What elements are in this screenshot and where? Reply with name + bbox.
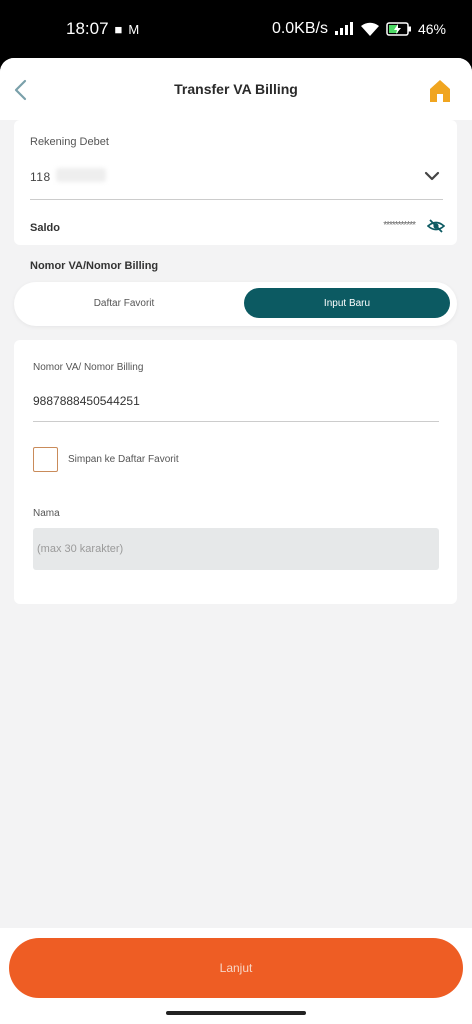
debit-account-label: Rekening Debet [30, 136, 109, 148]
balance-value: *********** [383, 220, 416, 231]
status-bar: 18:07 ■ M 0.0KB/s 46% [0, 0, 472, 58]
va-number-field [33, 384, 439, 422]
chevron-down-icon [424, 171, 440, 181]
continue-button[interactable]: Lanjut [9, 938, 463, 998]
tab-favorite-list[interactable]: Daftar Favorit [24, 288, 224, 318]
va-number-input[interactable] [33, 394, 413, 408]
account-card: Rekening Debet 118 Saldo *********** [14, 120, 457, 245]
debit-account-value: 118 [30, 170, 51, 184]
bottom-bar: Lanjut [0, 928, 472, 1024]
mail-icon: M [128, 21, 140, 37]
status-left: 18:07 ■ M [66, 19, 139, 39]
app-screen: Transfer VA Billing Rekening Debet 118 S… [0, 58, 472, 1024]
eye-off-icon[interactable] [427, 218, 445, 234]
home-icon[interactable] [428, 78, 452, 104]
name-input[interactable] [33, 528, 439, 570]
save-favorite-row[interactable]: Simpan ke Daftar Favorit [33, 447, 179, 472]
va-number-label: Nomor VA/ Nomor Billing [33, 362, 144, 373]
battery-percent: 46% [417, 21, 446, 37]
chevron-left-icon[interactable] [8, 76, 34, 104]
net-speed: 0.0KB/s [271, 20, 328, 37]
name-label: Nama [33, 508, 60, 519]
account-number-mask [56, 168, 106, 182]
wifi-icon [360, 22, 379, 36]
battery-charging-icon [386, 22, 411, 36]
save-favorite-label: Simpan ke Daftar Favorit [68, 454, 179, 465]
video-icon: ■ [114, 21, 123, 37]
app-header: Transfer VA Billing [0, 58, 472, 120]
va-source-tabs: Daftar Favorit Input Baru [14, 282, 457, 326]
status-time: 18:07 [66, 19, 109, 38]
save-favorite-checkbox[interactable] [33, 447, 58, 472]
balance-label: Saldo [30, 222, 60, 234]
status-right: 0.0KB/s 46% [272, 20, 446, 38]
page-title: Transfer VA Billing [174, 81, 298, 97]
debit-account-dropdown[interactable]: 118 [30, 156, 443, 200]
tab-new-input[interactable]: Input Baru [244, 288, 450, 318]
signal-icon [334, 22, 353, 35]
va-section-label: Nomor VA/Nomor Billing [30, 260, 159, 272]
gesture-nav-handle[interactable] [166, 1011, 306, 1015]
va-form-card: Nomor VA/ Nomor Billing Simpan ke Daftar… [14, 340, 457, 604]
